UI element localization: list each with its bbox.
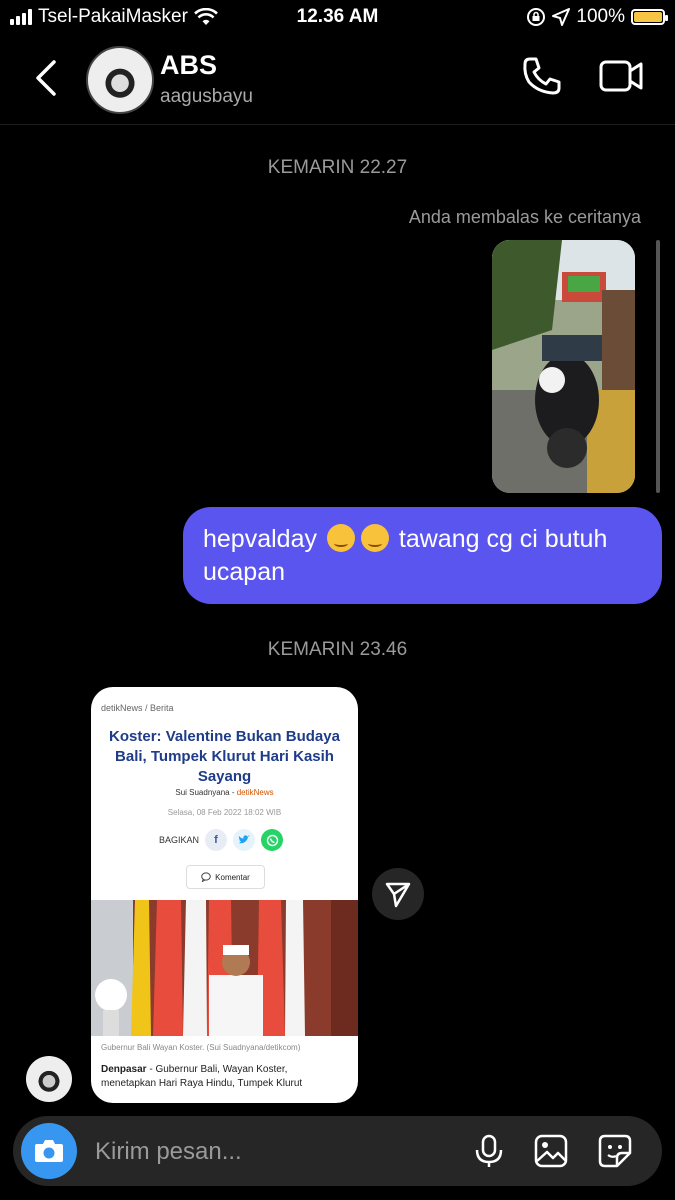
phone-icon[interactable]: [520, 54, 564, 98]
status-bar: Tsel-PakaiMasker 12.36 AM 100%: [0, 0, 675, 36]
comment-label: Komentar: [215, 872, 250, 882]
message-composer: [13, 1116, 662, 1188]
timestamp: KEMARIN 23.46: [267, 639, 408, 660]
conversation-header: ABS aagusbayu: [0, 40, 675, 125]
paper-plane-icon: [385, 882, 411, 908]
contact-username[interactable]: aagusbayu: [160, 86, 253, 108]
location-arrow-icon: [552, 8, 571, 26]
whatsapp-icon: [261, 829, 284, 851]
article-body: Denpasar - Gubernur Bali, Wayan Koster, …: [101, 1063, 341, 1091]
microphone-icon[interactable]: [471, 1133, 507, 1169]
twitter-icon: [233, 829, 256, 851]
article-author: Sui Suadnyana: [175, 788, 230, 797]
article-share-row: BAGIKAN f: [159, 829, 284, 851]
story-thumbnail[interactable]: [492, 240, 635, 493]
rotation-lock-icon: [527, 8, 546, 26]
article-date: Selasa, 08 Feb 2022 18:02 WIB: [167, 808, 282, 817]
article-photo-caption: Gubernur Bali Wayan Koster. (Sui Suadnya…: [101, 1043, 301, 1052]
comment-button: Komentar: [186, 865, 265, 889]
sticker-icon[interactable]: [597, 1133, 633, 1169]
facebook-icon: f: [205, 829, 228, 851]
shared-article-card[interactable]: detikNews / Berita Koster: Valentine Buk…: [91, 687, 358, 1103]
article-byline: Sui Suadnyana - detikNews: [175, 788, 274, 797]
sender-avatar[interactable]: [26, 1056, 72, 1102]
share-message-button[interactable]: [372, 868, 424, 920]
battery-percentage: 100%: [576, 6, 625, 27]
scrollbar[interactable]: [656, 240, 660, 493]
message-bubble-sent[interactable]: hepvalday tawang cg ci butuh ucapan: [183, 507, 662, 604]
timestamp: KEMARIN 22.27: [267, 157, 408, 178]
article-breadcrumb: detikNews / Berita: [101, 703, 174, 713]
message-text-start: hepvalday: [203, 525, 317, 553]
message-input[interactable]: [93, 1116, 457, 1188]
video-camera-icon[interactable]: [598, 56, 644, 96]
article-headline: Koster: Valentine Bukan Budaya Bali, Tum…: [109, 728, 340, 785]
contact-avatar[interactable]: [86, 46, 154, 114]
camera-button[interactable]: [21, 1123, 77, 1179]
kissing-face-emoji-icon: [360, 524, 389, 552]
camera-icon: [35, 1140, 63, 1162]
back-chevron-icon[interactable]: [30, 58, 66, 98]
story-scene-image: [492, 240, 635, 493]
contact-name[interactable]: ABS: [160, 50, 217, 81]
article-photo: [91, 900, 358, 1036]
battery-icon: [631, 9, 668, 25]
kissing-face-emoji-icon: [326, 524, 355, 552]
gallery-icon[interactable]: [533, 1133, 569, 1169]
comment-icon: [201, 872, 211, 882]
article-body-lead: Denpasar: [101, 1064, 147, 1075]
article-outlet: detikNews: [236, 788, 274, 797]
share-label: BAGIKAN: [159, 835, 200, 845]
story-reply-label: Anda membalas ke ceritanya: [408, 207, 641, 227]
